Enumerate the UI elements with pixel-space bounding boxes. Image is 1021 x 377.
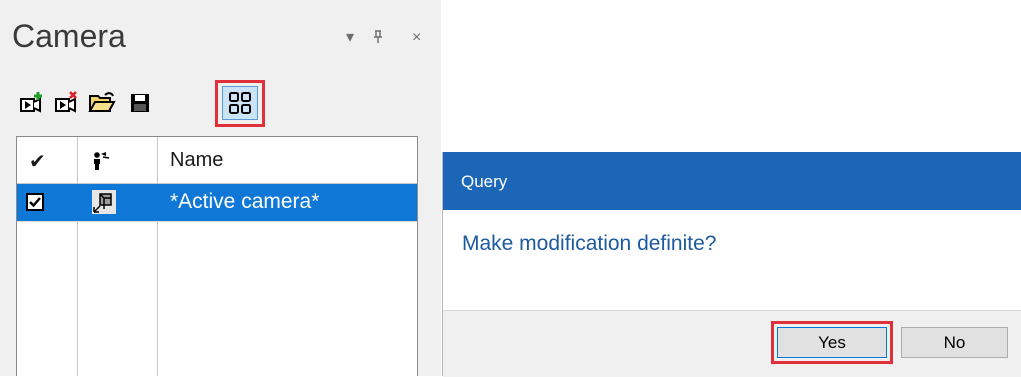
column-divider: [157, 137, 158, 376]
camera-name: *Active camera*: [170, 190, 320, 213]
dialog-titlebar: Query: [443, 152, 1021, 210]
row-checkbox[interactable]: [26, 193, 44, 211]
table-row[interactable]: *Active camera*: [17, 184, 417, 221]
query-dialog: Query Make modification definite? Yes No: [442, 152, 1021, 377]
camera-person-icon: [91, 151, 111, 176]
save-icon[interactable]: [125, 88, 155, 118]
open-folder-icon[interactable]: [87, 88, 117, 118]
active-camera-icon: [91, 189, 117, 220]
grid-view-highlight: [215, 80, 265, 127]
dialog-footer: Yes No: [443, 310, 1021, 377]
dropdown-icon[interactable]: ▾: [346, 30, 354, 46]
dialog-message: Make modification definite?: [462, 232, 717, 255]
panel-title: Camera: [12, 18, 126, 54]
close-icon[interactable]: ×: [412, 30, 421, 46]
header-name[interactable]: Name: [170, 149, 223, 172]
camera-list: ✔ Name *Active camera*: [16, 136, 418, 376]
column-divider: [77, 137, 78, 376]
dialog-title: Query: [461, 172, 508, 191]
no-button[interactable]: No: [901, 327, 1008, 358]
row-divider: [17, 221, 417, 222]
new-camera-icon[interactable]: [17, 88, 47, 118]
yes-button-highlight: [771, 321, 893, 364]
pin-icon[interactable]: [372, 30, 384, 48]
delete-camera-icon[interactable]: [52, 88, 82, 118]
camera-panel: Camera ▾ × ✔ Name *Active camera*: [0, 0, 441, 376]
header-check[interactable]: ✔: [29, 149, 46, 174]
